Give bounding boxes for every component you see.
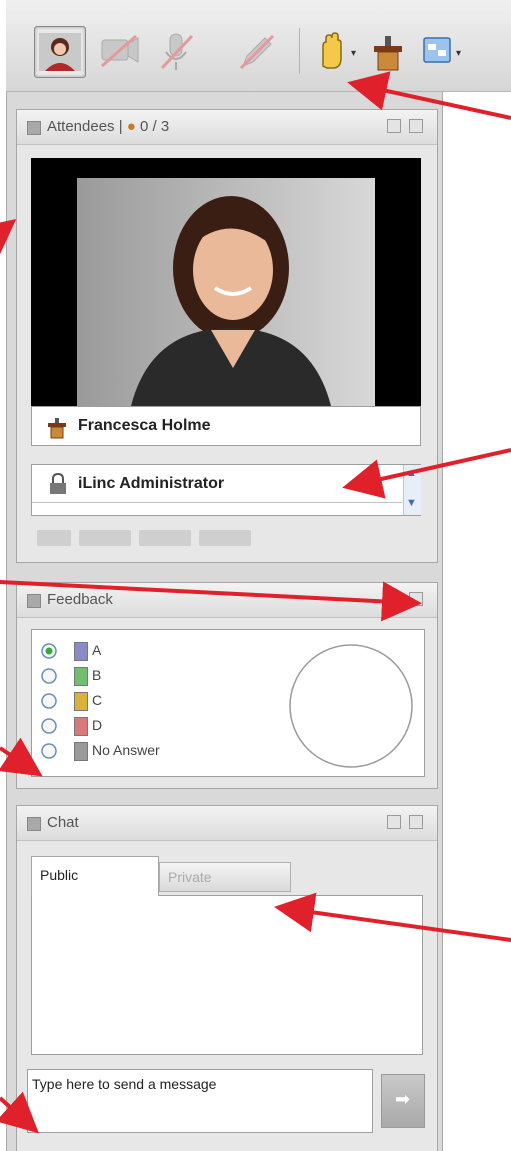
annotation-arrow — [274, 892, 511, 942]
annotation-arrow — [342, 448, 511, 499]
annotation-arrow — [0, 737, 43, 777]
annotation-arrow — [0, 219, 17, 260]
annotation-arrows — [0, 71, 511, 1134]
tab-label: Public — [40, 867, 79, 883]
annotation-arrow — [0, 1091, 39, 1134]
tab-public[interactable]: Public — [31, 856, 159, 896]
annotation-arrow — [347, 71, 511, 120]
annotation-arrow — [0, 580, 422, 622]
